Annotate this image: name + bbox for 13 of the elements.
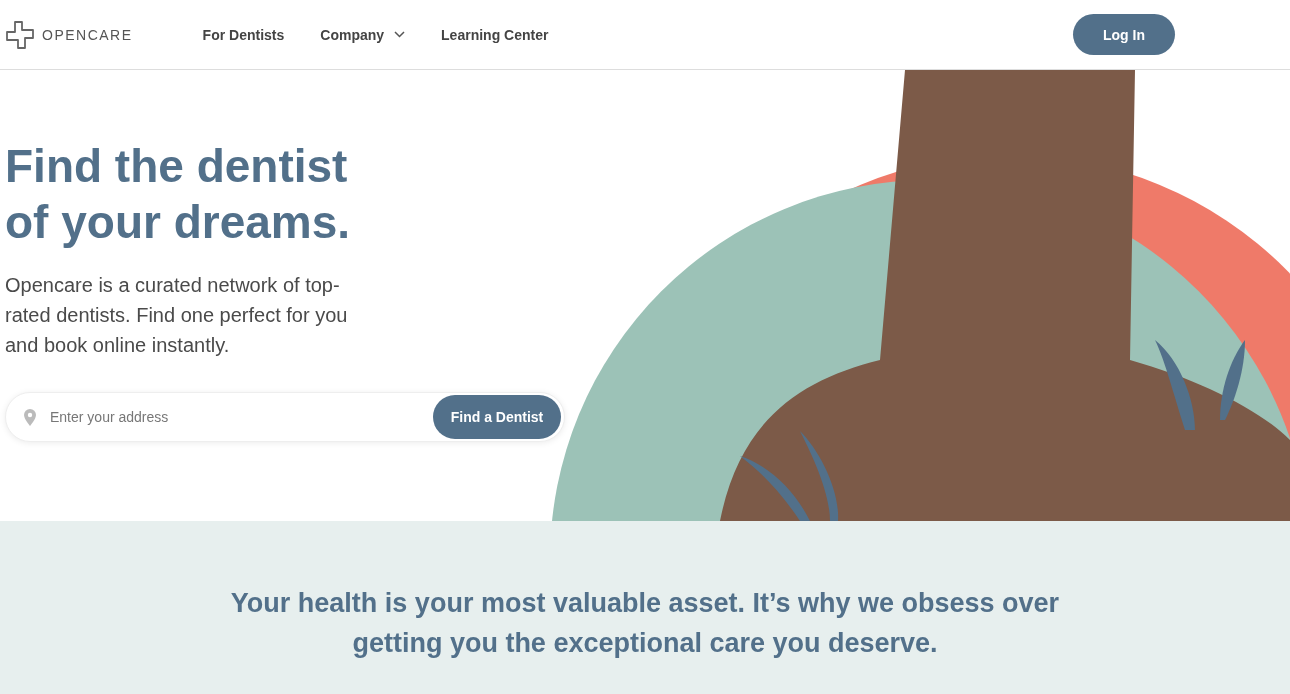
nav-link[interactable]: For Dentists <box>202 26 285 43</box>
login-button[interactable]: Log In <box>1073 14 1175 55</box>
address-search-field[interactable]: Enter your address Find a Dentist <box>5 392 565 442</box>
cross-logo-icon <box>4 19 36 50</box>
hero-description: Opencare is a curated network of top-rated dentists. Find one perfect for you and book online instantly. <box>5 273 349 358</box>
mission-statement: Your health is your most valuable asset. It’s why we obsess over getting you the exceptional care you deserve. <box>229 587 1061 660</box>
nav-link[interactable]: Learning Center <box>441 26 549 43</box>
find-dentist-button[interactable]: Find a Dentist <box>433 395 561 439</box>
hero-heading: Find the dentist of your dreams. <box>5 139 352 250</box>
location-pin-icon <box>24 408 36 426</box>
brand-name[interactable]: OPENCARE <box>42 26 133 43</box>
nav-link[interactable]: Company <box>320 26 406 43</box>
chevron-down-icon <box>394 31 406 38</box>
